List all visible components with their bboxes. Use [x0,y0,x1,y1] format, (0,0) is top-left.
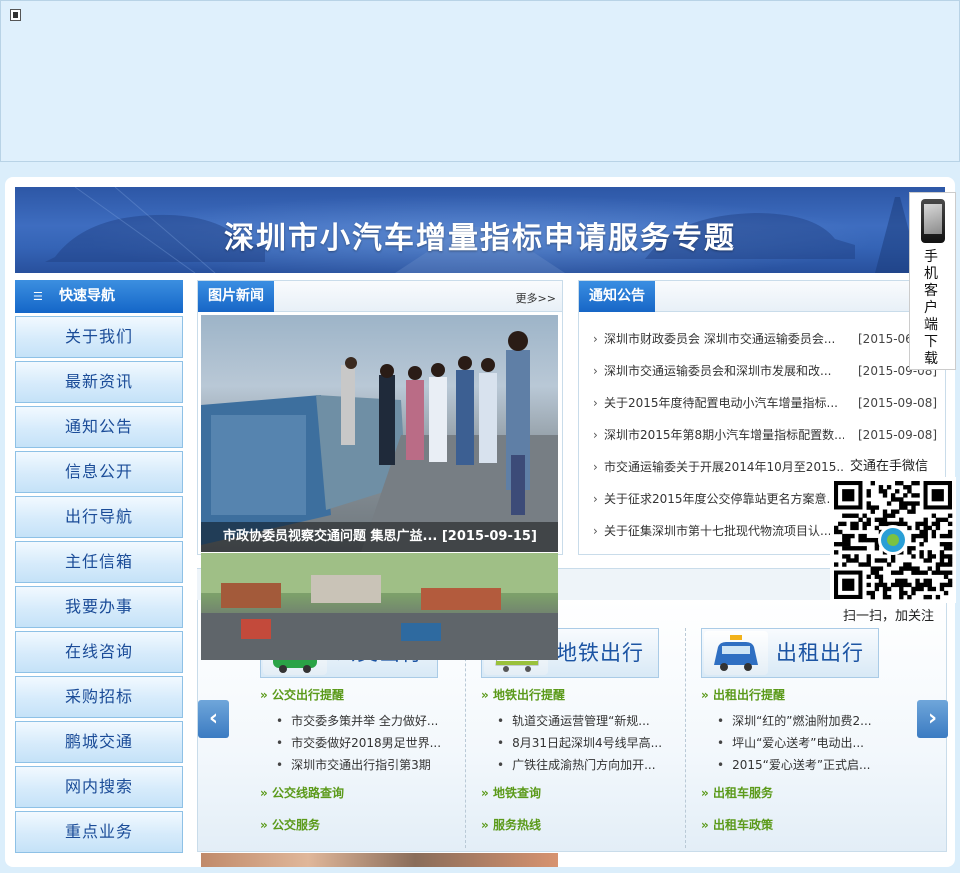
taxi-news-item[interactable]: 2015“爱心送考”正式启... [717,756,870,773]
main-content-card: 深圳市小汽车增量指标申请服务专题 ☰ 快速导航 关于我们 最新资讯 通知公告 信息… [5,177,955,867]
bus-reminder-heading[interactable]: 公交出行提醒 [260,686,344,703]
notice-link[interactable]: 深圳市财政委员会 深圳市交通运输委员会... [604,323,844,355]
carousel-prev-button[interactable]: ‹ [198,700,229,738]
nav-item-notices[interactable]: 通知公告 [15,406,183,448]
taxi-news-item[interactable]: 深圳“红的”燃油附加费2... [717,712,872,729]
taxi-news-item[interactable]: 坪山“爱心送考”电动出... [717,734,864,751]
broken-image-icon [10,9,21,21]
notice-date: [2015-09-08] [858,396,938,410]
notice-link[interactable]: 关于征求2015年度公交停靠站更名方案意... [604,483,844,515]
quick-nav: ☰ 快速导航 关于我们 最新资讯 通知公告 信息公开 出行导航 主任信箱 我要办事… [15,280,183,853]
nav-item-site-search[interactable]: 网内搜索 [15,766,183,808]
carousel-next-button[interactable]: › [917,700,948,738]
service-hotline-link[interactable]: 服务热线 [481,816,541,833]
qr-code-icon [834,481,953,600]
taxi-service-column: 出租出行 出租出行提醒 深圳“红的”燃油附加费2... 坪山“爱心送考”电动出.… [685,628,890,848]
notice-link[interactable]: 市交通运输委关于开展2014年10月至2015... [604,451,844,483]
bus-route-query-link[interactable]: 公交线路查询 [260,784,344,801]
nav-item-pengcheng-traffic[interactable]: 鹏城交通 [15,721,183,763]
news-photo[interactable]: 市政协委员视察交通问题 集思广益... [2015-09-15] [201,315,558,552]
photo-news-panel: 图片新闻 更多>> 市政协委员视察交通问题 集思广益... [2015-09-1… [197,280,563,555]
wechat-qr-code[interactable] [830,477,956,603]
overlapping-photo-strip [201,553,558,660]
nav-item-services[interactable]: 我要办事 [15,586,183,628]
notice-date: [2015-09-08] [858,428,938,442]
list-item: 深圳市交通运输委员会和深圳市发展和改...[2015-09-08] [579,355,945,387]
overlapping-photo-strip-bottom [201,853,558,867]
wechat-widget: 交通在手微信 扫一扫，加关注 [830,455,956,625]
bus-service-link[interactable]: 公交服务 [260,816,320,833]
wechat-title: 交通在手微信 [850,459,929,474]
nav-item-procurement[interactable]: 采购招标 [15,676,183,718]
metro-news-item[interactable]: 广铁往成渝热门方向加开... [497,756,655,773]
metro-query-link[interactable]: 地铁查询 [481,784,541,801]
mobile-app-download[interactable]: 手机客户端下载 [909,192,956,370]
news-photo-image [201,331,558,552]
list-item: 关于2015年度待配置电动小汽车增量指标... [2015-09-08] [579,387,945,419]
metro-travel-label: 地铁出行 [556,641,644,665]
metro-service-column: 地铁出行 地铁出行提醒 轨道交通运营管理“新规... 8月31日起深圳4号线早高… [465,628,670,848]
nav-item-online-consult[interactable]: 在线咨询 [15,631,183,673]
notice-title: 通知公告 [579,281,655,312]
qr-caption: 扫一扫，加关注 [843,609,935,624]
taxi-travel-label: 出租出行 [776,641,864,665]
notice-header: 通知公告 更 [579,281,945,312]
phone-icon [921,199,945,243]
list-icon: ☰ [33,290,43,303]
metro-news-item[interactable]: 8月31日起深圳4号线早高... [497,734,662,751]
photo-caption[interactable]: 市政协委员视察交通问题 集思广益... [2015-09-15] [201,522,558,552]
bus-news-item[interactable]: 市交委做好2018男足世界... [276,734,441,751]
photo-news-header: 图片新闻 更多>> [198,281,562,312]
taxi-policy-link[interactable]: 出租车政策 [701,816,773,833]
bus-news-item[interactable]: 深圳市交通出行指引第3期 [276,756,431,773]
notice-link[interactable]: 深圳市2015年第8期小汽车增量指标配置数... [604,419,844,451]
photo-news-title: 图片新闻 [198,281,274,312]
notice-link[interactable]: 关于2015年度待配置电动小汽车增量指标... [604,387,844,419]
bus-service-column: 公交出行 公交出行提醒 市交委多策并举 全力做好... 市交委做好2018男足世… [260,628,465,848]
photo-news-more-link[interactable]: 更多>> [516,290,556,306]
notice-link[interactable]: 关于征集深圳市第十七批现代物流项目认... [604,515,844,547]
quick-nav-title: 快速导航 [59,288,115,304]
tab-taxi-travel[interactable]: 出租出行 [701,628,879,678]
notice-link[interactable]: 深圳市交通运输委员会和深圳市发展和改... [604,355,844,387]
quick-nav-header: ☰ 快速导航 [15,280,183,313]
app-download-label: 手机客户端下载 [924,249,938,367]
taxi-icon [704,631,768,675]
nav-item-latest-news[interactable]: 最新资讯 [15,361,183,403]
taxi-reminder-heading[interactable]: 出租出行提醒 [701,686,785,703]
metro-news-item[interactable]: 轨道交通运营管理“新规... [497,712,650,729]
taxi-service-link[interactable]: 出租车服务 [701,784,773,801]
banner-title: 深圳市小汽车增量指标申请服务专题 [224,221,736,256]
nav-item-about-us[interactable]: 关于我们 [15,316,183,358]
list-item: 深圳市2015年第8期小汽车增量指标配置数... [2015-09-08] [579,419,945,451]
topic-banner[interactable]: 深圳市小汽车增量指标申请服务专题 [15,187,945,273]
nav-item-info-disclosure[interactable]: 信息公开 [15,451,183,493]
nav-item-key-business[interactable]: 重点业务 [15,811,183,853]
bus-news-item[interactable]: 市交委多策并举 全力做好... [276,712,438,729]
nav-item-director-mailbox[interactable]: 主任信箱 [15,541,183,583]
metro-reminder-heading[interactable]: 地铁出行提醒 [481,686,565,703]
nav-item-travel-guide[interactable]: 出行导航 [15,496,183,538]
list-item: 深圳市财政委员会 深圳市交通运输委员会...[2015-06- [579,323,945,355]
top-banner-area [0,0,960,162]
